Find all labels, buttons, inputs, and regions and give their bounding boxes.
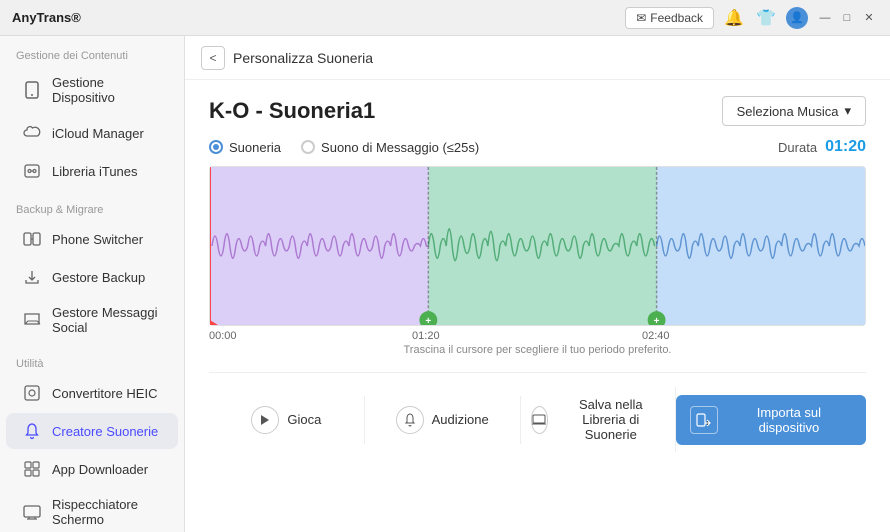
- svg-text:+: +: [654, 316, 660, 325]
- backup-icon: [22, 267, 42, 287]
- svg-text:+: +: [425, 316, 431, 325]
- controls-row: Suoneria Suono di Messaggio (≤25s) Durat…: [209, 138, 866, 156]
- title-bar-left: AnyTrans®: [12, 10, 81, 25]
- messaggio-radio-label: Suono di Messaggio (≤25s): [321, 140, 479, 155]
- suonerie-icon: [22, 421, 42, 441]
- screen-icon: [22, 502, 42, 522]
- maximize-button[interactable]: □: [838, 9, 856, 27]
- import-label: Importa sul dispositivo: [726, 405, 852, 435]
- section-label-content: Gestione dei Contenuti: [0, 36, 184, 66]
- sidebar-item-gestore-backup[interactable]: Gestore Backup: [6, 259, 178, 295]
- time-marker-2: 02:40: [642, 330, 670, 342]
- waveform-section: Suoneria Suono di Messaggio (≤25s) Durat…: [185, 138, 890, 532]
- heic-icon: [22, 383, 42, 403]
- cloud-icon: [22, 123, 42, 143]
- close-button[interactable]: ✕: [860, 9, 878, 27]
- dropdown-arrow-icon: ▾: [844, 103, 851, 119]
- breadcrumb: < Personalizza Suoneria: [185, 36, 890, 80]
- sidebar-item-suonerie[interactable]: Creatore Suonerie: [6, 413, 178, 449]
- time-start: 00:00: [209, 330, 237, 342]
- section-label-backup: Backup & Migrare: [0, 190, 184, 220]
- messaggi-label: Gestore Messaggi Social: [52, 305, 162, 335]
- music-icon: [22, 161, 42, 181]
- sidebar-item-gestione-dispositivo[interactable]: Gestione Dispositivo: [6, 67, 178, 113]
- app-downloader-label: App Downloader: [52, 462, 148, 477]
- title-bar-right: ✉ Feedback 🔔 👕 👤 — □ ✕: [625, 6, 878, 30]
- messaggi-icon: [22, 310, 42, 330]
- radio-messaggio[interactable]: Suono di Messaggio (≤25s): [301, 140, 479, 155]
- sidebar-item-app-downloader[interactable]: App Downloader: [6, 451, 178, 487]
- play-button[interactable]: Gioca: [209, 396, 365, 444]
- mail-icon: ✉: [636, 11, 646, 25]
- select-music-label: Seleziona Musica: [737, 104, 839, 119]
- back-button[interactable]: <: [201, 46, 225, 70]
- feedback-label: Feedback: [650, 11, 703, 25]
- drag-hint: Trascina il cursore per scegliere il tuo…: [404, 344, 672, 356]
- suoneria-radio-label: Suoneria: [229, 140, 281, 155]
- time-marker-1: 01:20: [412, 330, 440, 342]
- heic-label: Convertitore HEIC: [52, 386, 157, 401]
- shirt-icon-btn[interactable]: 👕: [754, 6, 778, 30]
- laptop-icon: [531, 406, 549, 434]
- waveform-svg: // Generated inline - waveform bars: [210, 167, 865, 325]
- rispecchiatore-label: Rispecchiatore Schermo: [52, 497, 162, 527]
- audizione-button[interactable]: Audizione: [365, 396, 521, 444]
- user-avatar[interactable]: 👤: [786, 7, 808, 29]
- action-buttons: Gioca Audizione: [209, 372, 866, 452]
- durata-value: 01:20: [825, 138, 866, 156]
- waveform-container[interactable]: // Generated inline - waveform bars: [209, 166, 866, 326]
- radio-messaggio-circle: [301, 140, 315, 154]
- sidebar-item-messaggi[interactable]: Gestore Messaggi Social: [6, 297, 178, 343]
- suonerie-label: Creatore Suonerie: [52, 424, 158, 439]
- audizione-label: Audizione: [432, 412, 489, 427]
- main-layout: Gestione dei Contenuti Gestione Disposit…: [0, 36, 890, 532]
- sidebar-item-heic[interactable]: Convertitore HEIC: [6, 375, 178, 411]
- sidebar-item-phone-switcher[interactable]: Phone Switcher: [6, 221, 178, 257]
- window-controls: — □ ✕: [816, 9, 878, 27]
- sidebar-item-rispecchiatore[interactable]: Rispecchiatore Schermo: [6, 489, 178, 532]
- play-label: Gioca: [287, 412, 321, 427]
- gestione-dispositivo-label: Gestione Dispositivo: [52, 75, 162, 105]
- feedback-button[interactable]: ✉ Feedback: [625, 7, 714, 29]
- phone-switcher-label: Phone Switcher: [52, 232, 143, 247]
- radio-suoneria[interactable]: Suoneria: [209, 140, 281, 155]
- play-icon: [251, 406, 279, 434]
- section-label-utilita: Utilità: [0, 344, 184, 374]
- import-icon: [690, 406, 718, 434]
- app-title: AnyTrans®: [12, 10, 81, 25]
- gestore-backup-label: Gestore Backup: [52, 270, 145, 285]
- import-button[interactable]: Importa sul dispositivo: [676, 395, 866, 445]
- icloud-label: iCloud Manager: [52, 126, 144, 141]
- radio-group: Suoneria Suono di Messaggio (≤25s): [209, 140, 479, 155]
- breadcrumb-text: Personalizza Suoneria: [233, 50, 373, 66]
- radio-suoneria-circle: [209, 140, 223, 154]
- sidebar-item-icloud[interactable]: iCloud Manager: [6, 115, 178, 151]
- durata-label: Durata: [778, 140, 817, 155]
- minimize-button[interactable]: —: [816, 9, 834, 27]
- bell-action-icon: [396, 406, 424, 434]
- sidebar: Gestione dei Contenuti Gestione Disposit…: [0, 36, 185, 532]
- salva-label: Salva nella Libreria di Suonerie: [556, 397, 665, 442]
- libreria-label: Libreria iTunes: [52, 164, 138, 179]
- page-header: K-O - Suoneria1 Seleziona Musica ▾: [185, 80, 890, 138]
- title-bar: AnyTrans® ✉ Feedback 🔔 👕 👤 — □ ✕: [0, 0, 890, 36]
- duration-display: Durata 01:20: [778, 138, 866, 156]
- salva-button[interactable]: Salva nella Libreria di Suonerie: [521, 387, 677, 452]
- phone-switcher-icon: [22, 229, 42, 249]
- select-music-button[interactable]: Seleziona Musica ▾: [722, 96, 866, 126]
- app-icon: [22, 459, 42, 479]
- device-icon: [22, 80, 42, 100]
- content-area: < Personalizza Suoneria K-O - Suoneria1 …: [185, 36, 890, 532]
- page-title: K-O - Suoneria1: [209, 98, 375, 124]
- bell-icon-btn[interactable]: 🔔: [722, 6, 746, 30]
- sidebar-item-libreria[interactable]: Libreria iTunes: [6, 153, 178, 189]
- time-markers: 00:00 01:20 02:40 Trascina il cursore pe…: [209, 330, 866, 360]
